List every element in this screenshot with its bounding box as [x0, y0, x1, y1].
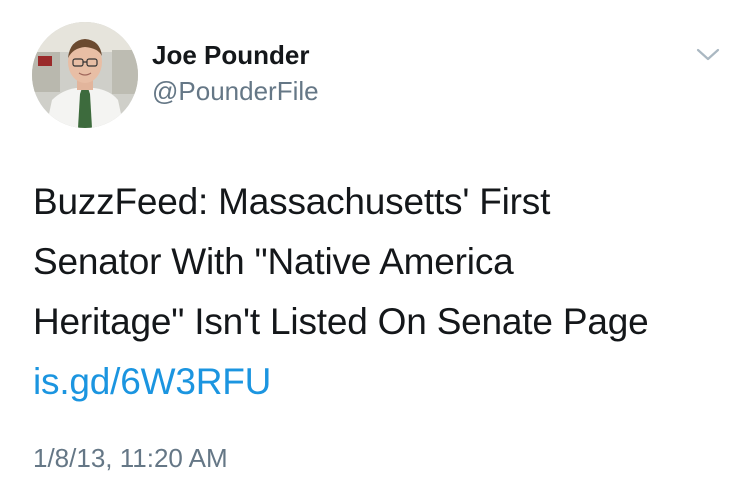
tweet-text: BuzzFeed: Massachusetts' First Senator W…	[33, 172, 723, 412]
avatar[interactable]	[32, 22, 138, 128]
tweet-card: Joe Pounder @PounderFile BuzzFeed: Massa…	[0, 0, 750, 499]
tweet-timestamp[interactable]: 1/8/13, 11:20 AM	[33, 443, 228, 474]
profile-photo	[32, 22, 138, 128]
tweet-text-line: Heritage" Isn't Listed On Senate Page	[33, 301, 649, 342]
display-name[interactable]: Joe Pounder	[152, 40, 309, 71]
tweet-link[interactable]: is.gd/6W3RFU	[33, 361, 271, 402]
user-handle[interactable]: @PounderFile	[152, 76, 319, 107]
tweet-text-line: Senator With "Native America	[33, 241, 514, 282]
tweet-text-line: BuzzFeed: Massachusetts' First	[33, 181, 551, 222]
chevron-down-icon[interactable]	[694, 44, 722, 64]
